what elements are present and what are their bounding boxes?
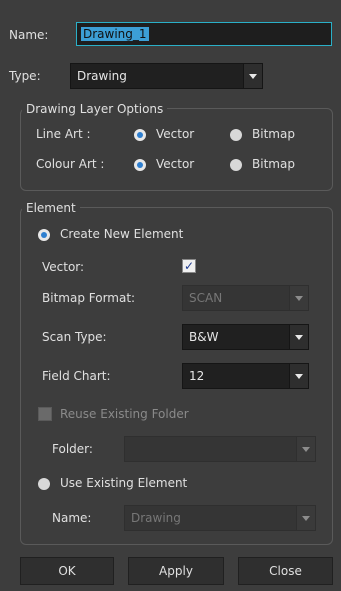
- folder-label: Folder:: [52, 442, 93, 456]
- close-button[interactable]: Close: [238, 557, 333, 585]
- line-art-vector-radio[interactable]: [134, 129, 146, 141]
- use-existing-element-label[interactable]: Use Existing Element: [60, 475, 187, 491]
- chevron-down-icon[interactable]: [289, 324, 309, 350]
- field-chart-dropdown[interactable]: 12: [182, 363, 309, 389]
- create-new-element-label[interactable]: Create New Element: [60, 226, 183, 242]
- colour-art-bitmap-radio[interactable]: [230, 159, 242, 171]
- colour-art-label: Colour Art :: [36, 157, 105, 171]
- ok-button[interactable]: OK: [20, 557, 114, 585]
- bitmap-format-dropdown[interactable]: SCAN: [182, 285, 309, 311]
- drawing-layer-options-group: [20, 108, 333, 191]
- chevron-down-icon[interactable]: [296, 436, 316, 462]
- existing-name-dropdown[interactable]: Drawing: [124, 505, 316, 531]
- line-art-bitmap-label[interactable]: Bitmap: [252, 126, 295, 142]
- line-art-vector-label[interactable]: Vector: [156, 126, 194, 142]
- field-chart-label: Field Chart:: [42, 369, 111, 383]
- scan-type-dropdown[interactable]: B&W: [182, 324, 309, 350]
- vector-label: Vector:: [42, 260, 85, 274]
- name-label: Name:: [9, 28, 49, 42]
- bitmap-format-label: Bitmap Format:: [42, 291, 136, 305]
- bitmap-format-value: SCAN: [189, 291, 223, 305]
- colour-art-vector-radio[interactable]: [134, 159, 146, 171]
- reuse-folder-label[interactable]: Reuse Existing Folder: [60, 406, 189, 422]
- field-chart-value: 12: [189, 369, 205, 383]
- apply-button[interactable]: Apply: [128, 557, 224, 585]
- checkmark-icon: ✓: [183, 259, 195, 273]
- type-dropdown[interactable]: Drawing: [70, 63, 263, 89]
- name-input[interactable]: Drawing_1: [76, 22, 332, 46]
- scan-type-value: B&W: [189, 330, 219, 344]
- element-group-title: Element: [22, 200, 80, 216]
- reuse-folder-checkbox[interactable]: [38, 407, 52, 421]
- type-dropdown-value: Drawing: [77, 69, 127, 83]
- scan-type-label: Scan Type:: [42, 330, 107, 344]
- chevron-down-icon[interactable]: [289, 363, 309, 389]
- chevron-down-icon[interactable]: [289, 285, 309, 311]
- folder-dropdown[interactable]: [124, 436, 316, 462]
- existing-name-label: Name:: [52, 511, 92, 525]
- chevron-down-icon[interactable]: [243, 63, 263, 89]
- name-input-value: Drawing_1: [81, 27, 149, 41]
- existing-name-value: Drawing: [131, 511, 181, 525]
- use-existing-element-radio[interactable]: [38, 478, 50, 490]
- vector-checkbox[interactable]: ✓: [182, 259, 196, 273]
- colour-art-bitmap-label[interactable]: Bitmap: [252, 156, 295, 172]
- line-art-bitmap-radio[interactable]: [230, 129, 242, 141]
- line-art-label: Line Art :: [36, 127, 91, 141]
- chevron-down-icon[interactable]: [296, 505, 316, 531]
- type-label: Type:: [9, 69, 41, 83]
- create-new-element-radio[interactable]: [38, 229, 50, 241]
- colour-art-vector-label[interactable]: Vector: [156, 156, 194, 172]
- drawing-layer-options-title: Drawing Layer Options: [22, 101, 168, 117]
